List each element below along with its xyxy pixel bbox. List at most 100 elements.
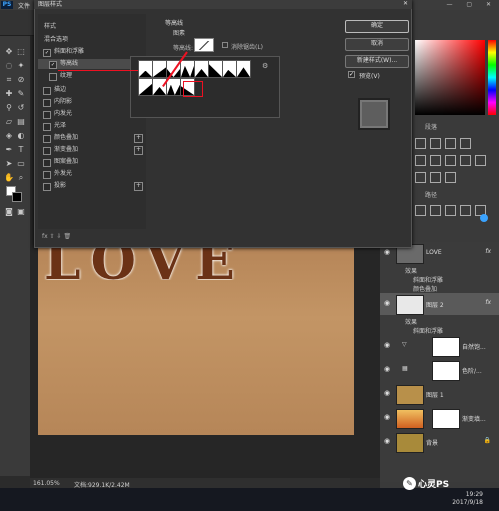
- contour-preset[interactable]: [194, 60, 209, 78]
- move-tool-icon[interactable]: ✥: [3, 46, 15, 57]
- brush-tool-icon[interactable]: ✎: [15, 88, 27, 99]
- layer-row[interactable]: ◉ 背景 🔒: [380, 431, 499, 453]
- visibility-eye-icon[interactable]: ◉: [384, 248, 390, 256]
- contour-preset[interactable]: [138, 60, 153, 78]
- visibility-eye-icon[interactable]: ◉: [384, 389, 390, 397]
- layer-row[interactable]: ◉ ▽ 自然饱...: [380, 335, 499, 357]
- visibility-eye-icon[interactable]: ◉: [384, 413, 390, 421]
- panel-tab-paragraph[interactable]: 段落: [425, 122, 437, 131]
- checkbox[interactable]: [43, 171, 51, 179]
- menu-file[interactable]: 文件: [18, 1, 30, 10]
- effect-color-overlay[interactable]: 颜色叠加: [413, 284, 437, 293]
- effect-bevel[interactable]: 斜面和浮雕: [413, 275, 443, 284]
- dodge-tool-icon[interactable]: ◐: [15, 130, 27, 141]
- checkbox[interactable]: [43, 123, 51, 131]
- checkbox[interactable]: [43, 159, 51, 167]
- checkbox[interactable]: [43, 135, 51, 143]
- contour-preset[interactable]: [208, 60, 223, 78]
- posterize-icon[interactable]: [430, 172, 441, 183]
- zoom-tool-icon[interactable]: ⌕: [15, 172, 27, 183]
- pen-tool-icon[interactable]: ✒: [3, 144, 15, 155]
- visibility-eye-icon[interactable]: ◉: [384, 365, 390, 373]
- checkbox[interactable]: [43, 147, 51, 155]
- layer-row[interactable]: ◉ 图层 1: [380, 383, 499, 405]
- checkbox[interactable]: [43, 183, 51, 191]
- checkbox[interactable]: ✓: [49, 61, 57, 69]
- filter-kind-icon[interactable]: [415, 205, 426, 216]
- style-item-blending[interactable]: 混合选项: [38, 35, 146, 45]
- style-item-outer-glow[interactable]: 外发光: [38, 169, 146, 179]
- history-brush-icon[interactable]: ↺: [15, 102, 27, 113]
- eraser-tool-icon[interactable]: ▱: [3, 116, 15, 127]
- levels-icon[interactable]: [430, 138, 441, 149]
- exposure-icon[interactable]: [460, 138, 471, 149]
- curves-icon[interactable]: [445, 138, 456, 149]
- filter-type-icon[interactable]: [460, 205, 471, 216]
- shape-tool-icon[interactable]: ▭: [15, 158, 27, 169]
- contour-picker[interactable]: [194, 38, 214, 52]
- gear-icon[interactable]: ⚙: [262, 62, 268, 70]
- contour-preset[interactable]: [138, 78, 153, 96]
- stamp-tool-icon[interactable]: ⚲: [3, 102, 15, 113]
- type-tool-icon[interactable]: T: [15, 144, 27, 155]
- blur-tool-icon[interactable]: ◈: [3, 130, 15, 141]
- checkbox[interactable]: [43, 99, 51, 107]
- add-icon[interactable]: +: [134, 134, 143, 143]
- zoom-level[interactable]: 161.05%: [33, 480, 60, 487]
- style-item-color-overlay[interactable]: 颜色叠加 +: [38, 133, 146, 143]
- contour-preset[interactable]: [180, 60, 195, 78]
- fx-toolbar[interactable]: fx ⇧ ⇩ 🗑: [42, 233, 71, 240]
- color-balance-icon[interactable]: [445, 155, 456, 166]
- style-item-pattern-overlay[interactable]: 图案叠加: [38, 157, 146, 167]
- marquee-tool-icon[interactable]: ⬚: [15, 46, 27, 57]
- magic-wand-icon[interactable]: ✦: [15, 60, 27, 71]
- layer-row[interactable]: ◉ ▦ 色阶/...: [380, 359, 499, 381]
- background-color-swatch[interactable]: [12, 192, 22, 202]
- checkbox[interactable]: ✓: [43, 49, 51, 57]
- photo-filter-icon[interactable]: [475, 155, 486, 166]
- contour-preset[interactable]: [152, 60, 167, 78]
- hue-slider[interactable]: [488, 40, 496, 115]
- hand-tool-icon[interactable]: ✋: [3, 172, 15, 183]
- threshold-icon[interactable]: [445, 172, 456, 183]
- filter-adjust-icon[interactable]: [445, 205, 456, 216]
- panel-tab-paths[interactable]: 路径: [425, 190, 437, 199]
- visibility-eye-icon[interactable]: ◉: [384, 299, 390, 307]
- quick-mask-icon[interactable]: ◙: [3, 206, 15, 217]
- new-style-button[interactable]: 新建样式(W)...: [345, 55, 409, 68]
- eyedropper-icon[interactable]: ⊘: [15, 74, 27, 85]
- style-item-drop-shadow[interactable]: 投影 +: [38, 181, 146, 191]
- add-icon[interactable]: +: [134, 146, 143, 155]
- style-item-styles[interactable]: 样式: [38, 22, 146, 32]
- window-controls[interactable]: — ▢ ✕: [446, 1, 497, 8]
- preview-checkbox[interactable]: ✓: [348, 71, 355, 78]
- contour-preset[interactable]: [166, 78, 181, 96]
- visibility-eye-icon[interactable]: ◉: [384, 437, 390, 445]
- ok-button[interactable]: 确定: [345, 20, 409, 33]
- lasso-tool-icon[interactable]: ◌: [3, 60, 15, 71]
- style-item-satin[interactable]: 光泽: [38, 121, 146, 131]
- checkbox[interactable]: [49, 73, 57, 81]
- crop-tool-icon[interactable]: ⌗: [3, 74, 15, 85]
- checkbox[interactable]: [43, 87, 51, 95]
- layer-fx-icon[interactable]: fx: [485, 299, 491, 306]
- contour-preset[interactable]: [222, 60, 237, 78]
- path-select-icon[interactable]: ➤: [3, 158, 15, 169]
- contour-preset[interactable]: [236, 60, 251, 78]
- layer-row[interactable]: ◉ 渐变填...: [380, 407, 499, 429]
- gradient-tool-icon[interactable]: ▤: [15, 116, 27, 127]
- dialog-close-icon[interactable]: ✕: [403, 0, 408, 7]
- invert-icon[interactable]: [415, 172, 426, 183]
- checkbox[interactable]: [43, 111, 51, 119]
- vibrance-icon[interactable]: [415, 155, 426, 166]
- visibility-eye-icon[interactable]: ◉: [384, 341, 390, 349]
- screen-mode-icon[interactable]: ▣: [15, 206, 27, 217]
- filter-pixel-icon[interactable]: [430, 205, 441, 216]
- healing-brush-icon[interactable]: ✚: [3, 88, 15, 99]
- layer-fx-icon[interactable]: fx: [485, 248, 491, 255]
- color-picker-field[interactable]: [415, 40, 485, 115]
- brightness-icon[interactable]: [415, 138, 426, 149]
- effect-bevel[interactable]: 斜面和浮雕: [413, 326, 443, 335]
- hue-saturation-icon[interactable]: [430, 155, 441, 166]
- filter-toggle[interactable]: [480, 214, 488, 222]
